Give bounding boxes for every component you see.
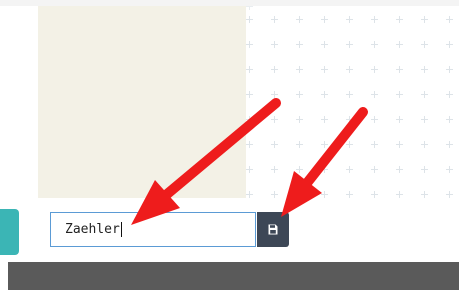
grid-marker bbox=[421, 191, 428, 198]
grid-marker bbox=[371, 91, 378, 98]
grid-marker bbox=[296, 91, 303, 98]
grid-marker bbox=[271, 141, 278, 148]
grid-marker bbox=[396, 116, 403, 123]
grid-marker bbox=[246, 41, 253, 48]
grid-marker bbox=[246, 16, 253, 23]
grid-marker bbox=[421, 16, 428, 23]
grid-marker bbox=[396, 91, 403, 98]
grid-marker bbox=[421, 141, 428, 148]
grid-marker bbox=[371, 141, 378, 148]
grid-marker bbox=[371, 116, 378, 123]
grid-marker bbox=[271, 41, 278, 48]
grid-marker bbox=[296, 66, 303, 73]
grid-marker bbox=[271, 191, 278, 198]
grid-marker bbox=[421, 91, 428, 98]
grid-marker bbox=[271, 16, 278, 23]
grid-marker bbox=[321, 141, 328, 148]
grid-marker bbox=[371, 41, 378, 48]
sticky-note[interactable] bbox=[38, 6, 246, 198]
grid-marker bbox=[296, 41, 303, 48]
grid-marker bbox=[346, 191, 353, 198]
grid-marker bbox=[346, 91, 353, 98]
grid-marker bbox=[396, 41, 403, 48]
save-button[interactable] bbox=[257, 212, 289, 247]
grid-marker bbox=[321, 191, 328, 198]
grid-marker bbox=[296, 191, 303, 198]
grid-marker bbox=[246, 116, 253, 123]
grid-marker bbox=[246, 91, 253, 98]
grid-marker bbox=[346, 66, 353, 73]
grid-marker bbox=[371, 191, 378, 198]
grid-marker bbox=[346, 41, 353, 48]
grid-marker bbox=[446, 166, 453, 173]
grid-marker bbox=[271, 91, 278, 98]
text-caret bbox=[120, 222, 122, 237]
grid-marker bbox=[396, 191, 403, 198]
grid-marker bbox=[346, 116, 353, 123]
grid-marker bbox=[246, 166, 253, 173]
grid-marker bbox=[421, 166, 428, 173]
grid-marker bbox=[446, 66, 453, 73]
name-input-value: Zaehler bbox=[65, 222, 120, 237]
grid-marker bbox=[346, 16, 353, 23]
grid-marker bbox=[321, 91, 328, 98]
grid-marker bbox=[446, 141, 453, 148]
grid-marker bbox=[421, 116, 428, 123]
grid-marker bbox=[371, 16, 378, 23]
grid-marker bbox=[371, 66, 378, 73]
grid-marker bbox=[421, 66, 428, 73]
side-tab[interactable] bbox=[0, 209, 19, 255]
grid-marker bbox=[271, 166, 278, 173]
grid-marker bbox=[371, 166, 378, 173]
grid-marker bbox=[321, 116, 328, 123]
grid-marker bbox=[446, 191, 453, 198]
grid-marker bbox=[296, 116, 303, 123]
grid-marker bbox=[421, 41, 428, 48]
editor-canvas: Zaehler bbox=[0, 0, 459, 290]
grid-marker bbox=[396, 166, 403, 173]
grid-marker bbox=[321, 66, 328, 73]
grid-marker bbox=[271, 116, 278, 123]
grid-marker bbox=[296, 16, 303, 23]
grid-marker bbox=[321, 16, 328, 23]
name-input[interactable]: Zaehler bbox=[50, 212, 256, 247]
grid-marker bbox=[321, 41, 328, 48]
grid-marker bbox=[446, 16, 453, 23]
grid-marker bbox=[296, 166, 303, 173]
grid-marker bbox=[396, 66, 403, 73]
grid-marker bbox=[446, 116, 453, 123]
grid-marker bbox=[396, 141, 403, 148]
grid-marker bbox=[246, 66, 253, 73]
grid-marker bbox=[271, 66, 278, 73]
floppy-disk-icon bbox=[268, 224, 278, 235]
grid-marker bbox=[246, 141, 253, 148]
grid-background bbox=[246, 6, 459, 202]
grid-marker bbox=[246, 191, 253, 198]
grid-marker bbox=[346, 166, 353, 173]
bottom-bar bbox=[8, 262, 459, 290]
grid-marker bbox=[296, 141, 303, 148]
grid-marker bbox=[446, 41, 453, 48]
grid-marker bbox=[446, 91, 453, 98]
grid-marker bbox=[321, 166, 328, 173]
grid-marker bbox=[396, 16, 403, 23]
grid-marker bbox=[346, 141, 353, 148]
